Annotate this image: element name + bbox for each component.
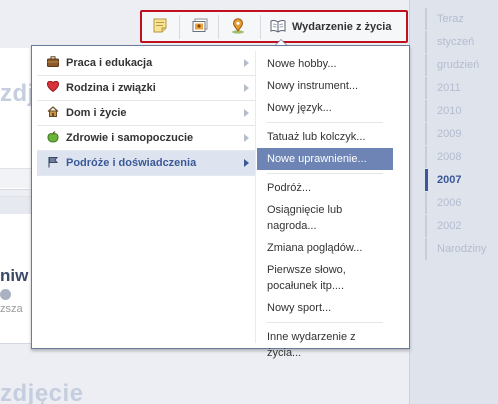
life-event-menu: Praca i edukacja Rodzina i związki Dom i… [31, 45, 410, 359]
chevron-right-icon [244, 134, 249, 142]
menu-item[interactable]: Nowe hobby... [257, 51, 393, 75]
subcategory-list: Nowe hobby... Nowy instrument... Nowy ję… [257, 51, 393, 364]
chevron-right-icon [244, 59, 249, 67]
menu-item[interactable]: Podróż... [257, 177, 393, 199]
timeline-nav-item[interactable]: styczeń [425, 31, 498, 53]
menu-separator [267, 322, 383, 323]
timeline-nav-item[interactable]: 2010 [425, 100, 498, 122]
status-button[interactable] [150, 16, 170, 38]
menu-item-selected[interactable]: Nowe uprawnienie... [257, 148, 393, 170]
menu-item[interactable]: Nowy instrument... [257, 75, 393, 97]
menu-item[interactable]: Pierwsze słowo, pocałunek itp.... [257, 259, 393, 297]
briefcase-icon [47, 56, 59, 70]
timeline-nav-item[interactable]: 2008 [425, 146, 498, 168]
timeline-year-nav: Teraz styczeń grudzień 2011 2010 2009 20… [409, 0, 498, 404]
category-work-education[interactable]: Praca i edukacja [37, 51, 255, 76]
life-event-button[interactable]: Wydarzenie z życia [270, 16, 406, 38]
menu-item[interactable]: Osiągnięcie lub nagroda... [257, 199, 393, 237]
chevron-right-icon [244, 159, 249, 167]
timeline-nav-item[interactable]: 2006 [425, 192, 498, 214]
timeline-nav-item[interactable]: grudzień [425, 54, 498, 76]
category-label: Praca i edukacja [66, 57, 153, 69]
status-note-icon [153, 18, 167, 36]
apple-icon [47, 130, 59, 146]
toolbar-divider [218, 15, 219, 39]
menu-column-divider [255, 51, 256, 343]
toolbar-divider [179, 15, 180, 39]
chevron-right-icon [244, 84, 249, 92]
globe-icon [0, 289, 11, 300]
timeline-nav-item[interactable]: Teraz [425, 8, 498, 30]
menu-separator [267, 122, 383, 123]
place-button[interactable] [226, 16, 250, 38]
toolbar-divider [260, 15, 261, 39]
menu-separator [267, 173, 383, 174]
menu-item[interactable]: Zmiana poglądów... [257, 237, 393, 259]
menu-item[interactable]: Nowy sport... [257, 297, 393, 319]
timeline-nav-item[interactable]: 2009 [425, 123, 498, 145]
house-icon [47, 106, 59, 120]
photo-button[interactable] [188, 16, 212, 38]
composer-toolbar: Wydarzenie z życia [140, 10, 408, 43]
category-label: Dom i życie [66, 107, 127, 119]
timeline-nav-item[interactable]: 2002 [425, 215, 498, 237]
place-pin-icon [230, 17, 246, 37]
background-heading: zdjęcie [0, 380, 84, 404]
life-event-book-icon [270, 19, 286, 36]
category-label: Rodzina i związki [66, 82, 156, 94]
timeline-nav-item[interactable]: Narodziny [425, 238, 498, 260]
menu-item[interactable]: Inne wydarzenie z życia... [257, 326, 393, 364]
post-meta-text: zsza [0, 303, 23, 315]
category-health-wellness[interactable]: Zdrowie i samopoczucie [37, 126, 255, 151]
menu-item[interactable]: Nowy język... [257, 97, 393, 119]
category-list: Praca i edukacja Rodzina i związki Dom i… [37, 51, 255, 176]
chevron-right-icon [244, 109, 249, 117]
category-label: Zdrowie i samopoczucie [66, 132, 194, 144]
flag-icon [47, 156, 59, 171]
heart-icon [46, 80, 60, 95]
timeline-nav-item[interactable]: 2011 [425, 77, 498, 99]
life-event-label: Wydarzenie z życia [292, 21, 392, 33]
timeline-nav-item-active[interactable]: 2007 [425, 169, 498, 191]
photo-icon [192, 18, 208, 36]
menu-item[interactable]: Tatuaż lub kolczyk... [257, 126, 393, 148]
category-travel-experiences[interactable]: Podróże i doświadczenia [37, 151, 255, 176]
menu-caret-fill [276, 40, 286, 45]
category-label: Podróże i doświadczenia [66, 157, 197, 169]
category-home-living[interactable]: Dom i życie [37, 101, 255, 126]
category-family-relationships[interactable]: Rodzina i związki [37, 76, 255, 101]
post-author-name[interactable]: niw [0, 266, 28, 286]
